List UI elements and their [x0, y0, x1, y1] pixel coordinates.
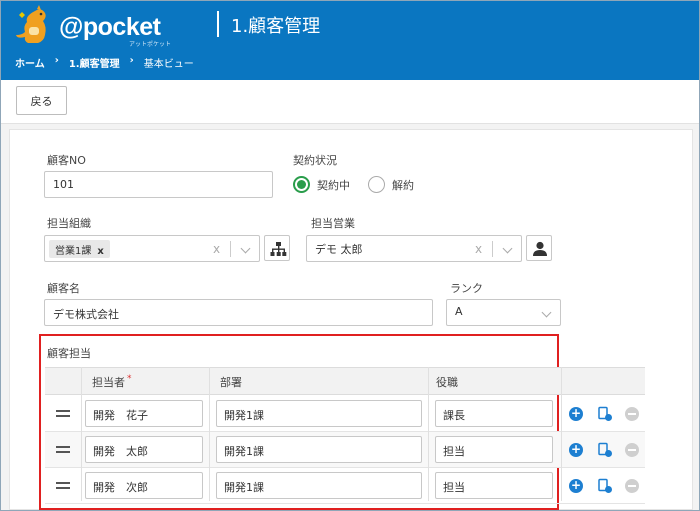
- column-dept: 部署: [220, 376, 242, 389]
- org-chip: 営業1課 x: [49, 240, 110, 258]
- org-label: 担当組織: [47, 217, 91, 230]
- brand-subtitle: アットポケット: [129, 41, 172, 48]
- chevron-down-icon[interactable]: [541, 307, 552, 318]
- back-button[interactable]: 戻る: [16, 86, 67, 115]
- sales-label: 担当営業: [311, 217, 355, 230]
- clear-icon[interactable]: x: [213, 242, 220, 256]
- brand-name: @pocket: [59, 13, 161, 41]
- minus-circle-icon[interactable]: [625, 443, 639, 457]
- contract-cancel-label: 解約: [392, 179, 414, 192]
- breadcrumb-view: 基本ビュー: [143, 59, 194, 70]
- org-tree-icon: [270, 242, 287, 256]
- breadcrumb: ホーム › 1.顧客管理 › 基本ビュー: [15, 55, 194, 70]
- customer-no-field[interactable]: 101: [44, 171, 273, 198]
- column-divider: [209, 367, 210, 501]
- copy-add-icon[interactable]: [597, 406, 613, 422]
- contract-active-label: 契約中: [317, 179, 350, 192]
- chevron-down-icon[interactable]: [240, 243, 251, 254]
- title-divider: [217, 11, 219, 37]
- minus-circle-icon[interactable]: [625, 407, 639, 421]
- table-row: 開発 次郎 開発1課 担当 +: [45, 468, 645, 504]
- select-divider: [492, 241, 493, 257]
- contract-active-radio[interactable]: [293, 176, 310, 193]
- dept-input[interactable]: 開発1課: [216, 436, 422, 463]
- rank-select[interactable]: A: [446, 299, 561, 326]
- org-select[interactable]: 営業1課 x x: [44, 235, 260, 262]
- column-person: 担当者 *: [92, 374, 132, 390]
- page-title: 1.顧客管理: [231, 16, 321, 37]
- column-divider: [81, 367, 82, 501]
- chevron-down-icon[interactable]: [502, 243, 513, 254]
- drag-handle-icon[interactable]: [56, 446, 70, 453]
- org-chip-label: 営業1課: [55, 246, 92, 257]
- plus-circle-icon[interactable]: +: [569, 407, 583, 421]
- dept-input[interactable]: 開発1課: [216, 400, 422, 427]
- breadcrumb-separator: ›: [54, 55, 59, 66]
- person-input[interactable]: 開発 太郎: [85, 436, 203, 463]
- contract-status-label: 契約状況: [293, 154, 337, 167]
- column-person-label: 担当者: [92, 376, 125, 389]
- contract-cancel-radio[interactable]: [368, 176, 385, 193]
- plus-circle-icon[interactable]: +: [569, 479, 583, 493]
- person-input[interactable]: 開発 花子: [85, 400, 203, 427]
- select-divider: [230, 241, 231, 257]
- role-input[interactable]: 担当: [435, 472, 553, 499]
- person-button[interactable]: [526, 235, 552, 261]
- breadcrumb-home[interactable]: ホーム: [15, 55, 45, 70]
- copy-add-icon[interactable]: [597, 478, 613, 494]
- person-input[interactable]: 開発 次郎: [85, 472, 203, 499]
- role-input[interactable]: 担当: [435, 436, 553, 463]
- drag-handle-icon[interactable]: [56, 410, 70, 417]
- toolbar: 戻る: [1, 80, 699, 124]
- org-tree-button[interactable]: [264, 235, 290, 261]
- rank-label: ランク: [450, 282, 483, 295]
- customer-no-label: 顧客NO: [47, 154, 86, 167]
- app-header: @pocket アットポケット 1.顧客管理 ホーム › 1.顧客管理 › 基本…: [1, 1, 699, 80]
- chip-remove-icon[interactable]: x: [97, 246, 103, 257]
- dept-input[interactable]: 開発1課: [216, 472, 422, 499]
- plus-circle-icon[interactable]: +: [569, 443, 583, 457]
- copy-add-icon[interactable]: [597, 442, 613, 458]
- person-icon: [533, 241, 547, 256]
- kangaroo-logo-icon: [16, 5, 46, 43]
- contacts-label: 顧客担当: [47, 347, 91, 360]
- breadcrumb-separator: ›: [129, 55, 134, 66]
- column-divider: [428, 367, 429, 501]
- role-input[interactable]: 課長: [435, 400, 553, 427]
- clear-icon[interactable]: x: [475, 242, 482, 256]
- required-mark: *: [127, 374, 132, 384]
- rank-value: A: [455, 305, 463, 318]
- breadcrumb-customer[interactable]: 1.顧客管理: [69, 55, 120, 70]
- sales-value: デモ 太郎: [315, 243, 363, 256]
- table-row: 開発 花子 開発1課 課長 +: [45, 396, 645, 432]
- drag-handle-icon[interactable]: [56, 482, 70, 489]
- customer-name-field[interactable]: デモ株式会社: [44, 299, 433, 326]
- column-role: 役職: [436, 376, 458, 389]
- contacts-table-header: 担当者 * 部署 役職: [45, 367, 645, 395]
- sales-select[interactable]: デモ 太郎 x: [306, 235, 522, 262]
- column-divider: [561, 367, 562, 501]
- table-row: 開発 太郎 開発1課 担当 +: [45, 432, 645, 468]
- minus-circle-icon[interactable]: [625, 479, 639, 493]
- customer-name-label: 顧客名: [47, 282, 80, 295]
